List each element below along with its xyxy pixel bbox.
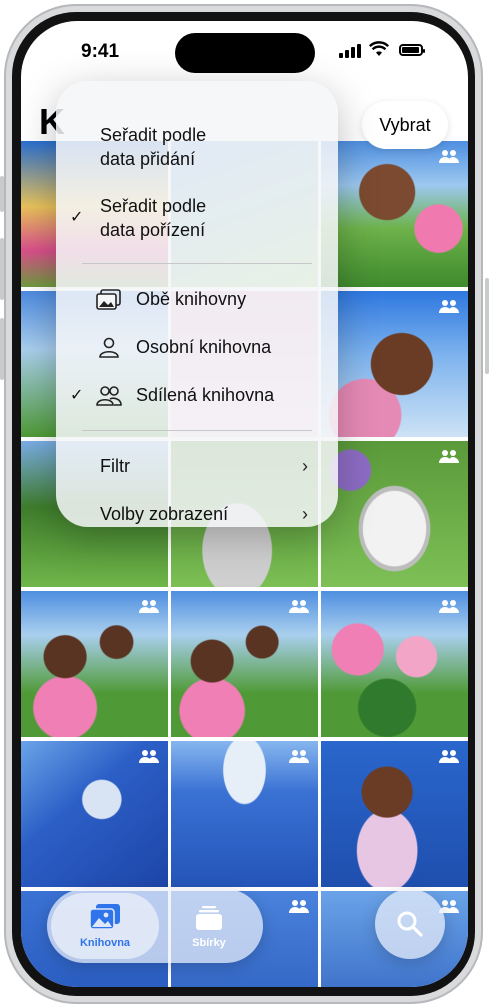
shared-people-icon [439, 450, 459, 463]
dynamic-island [175, 33, 315, 73]
photo-thumbnail[interactable] [321, 741, 468, 887]
shared-people-icon [289, 900, 309, 913]
status-bar: 9:41 [21, 21, 468, 83]
photo-thumbnail[interactable] [321, 591, 468, 737]
menu-item-label: Obě knihovny [136, 289, 247, 309]
menu-item-filter[interactable]: Filtr › [56, 454, 338, 480]
select-button[interactable]: Vybrat [362, 101, 448, 149]
menu-item-label: Volby zobrazení [100, 504, 229, 524]
checkmark-icon: ✓ [70, 387, 84, 404]
wifi-icon [369, 41, 389, 56]
menu-item-label: data přidání [100, 149, 196, 169]
menu-item-label: Sdílená knihovna [136, 385, 275, 405]
menu-item-label: Seřadit podle [100, 125, 207, 145]
photo-thumbnail[interactable] [171, 591, 318, 737]
status-time: 9:41 [81, 41, 120, 62]
screen: 9:41 K Vybrat Seřadit podle data přidání… [21, 21, 468, 987]
search-button[interactable] [375, 889, 445, 959]
tab-collections[interactable]: Sbírky [155, 897, 263, 957]
person-icon [99, 337, 119, 358]
menu-item-label: Filtr [100, 456, 130, 476]
action-button [0, 176, 4, 212]
photo-stack-icon [96, 289, 121, 310]
menu-separator [82, 430, 312, 431]
photo-thumbnail[interactable] [21, 591, 168, 737]
photo-thumbnail[interactable] [171, 741, 318, 887]
menu-item-shared-library[interactable]: ✓ Sdílená knihovna [56, 383, 338, 409]
menu-separator [82, 263, 312, 264]
menu-item-personal-library[interactable]: Osobní knihovna [56, 335, 338, 361]
collections-icon [196, 906, 222, 930]
tab-bar: Knihovna Sbírky [47, 889, 263, 963]
sort-filter-menu: Seřadit podle data přidání ✓ Seřadit pod… [56, 81, 338, 527]
battery-icon [399, 44, 425, 56]
menu-item-both-libraries[interactable]: Obě knihovny [56, 287, 338, 313]
shared-people-icon [439, 150, 459, 163]
photo-thumbnail[interactable] [21, 741, 168, 887]
two-people-icon [96, 386, 122, 406]
power-button [485, 278, 489, 374]
shared-people-icon [439, 600, 459, 613]
chevron-right-icon: › [302, 504, 308, 524]
tab-label: Knihovna [79, 937, 131, 949]
shared-people-icon [139, 600, 159, 613]
shared-people-icon [289, 600, 309, 613]
menu-item-label: Osobní knihovna [136, 337, 272, 357]
shared-people-icon [439, 750, 459, 763]
shared-people-icon [139, 750, 159, 763]
tab-library[interactable]: Knihovna [51, 897, 159, 957]
photo-thumbnail[interactable] [321, 141, 468, 287]
menu-item-label: data pořízení [100, 220, 206, 240]
volume-down-button [0, 318, 4, 380]
photo-thumbnail[interactable] [321, 441, 468, 587]
chevron-right-icon: › [302, 456, 308, 476]
checkmark-icon: ✓ [70, 209, 84, 226]
volume-up-button [0, 238, 4, 300]
photo-library-icon [89, 904, 120, 930]
shared-people-icon [439, 300, 459, 313]
menu-item-view-options[interactable]: Volby zobrazení › [56, 502, 338, 527]
tab-label: Sbírky [192, 937, 226, 949]
menu-item-label: Seřadit podle [100, 196, 207, 216]
shared-people-icon [289, 750, 309, 763]
search-icon [397, 911, 423, 937]
photo-thumbnail[interactable] [321, 291, 468, 437]
cellular-signal-icon [339, 44, 363, 58]
